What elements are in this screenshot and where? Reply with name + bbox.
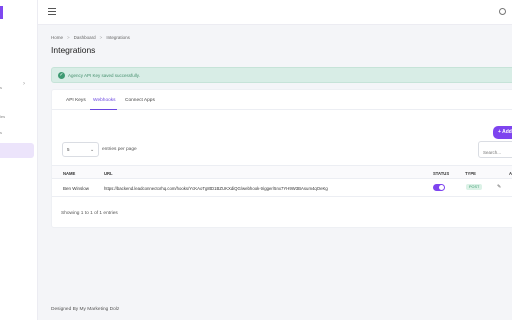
table-row[interactable]: Ben Winslow https://backend.leadconnecto… <box>52 179 512 197</box>
column-header-type[interactable]: TYPE <box>465 171 476 176</box>
sidebar-item-active[interactable] <box>0 143 34 158</box>
tab-bar: API Keys Webhooks Connect Apps <box>52 90 512 110</box>
tab-webhooks[interactable]: Webhooks <box>93 98 116 103</box>
user-icon[interactable] <box>499 8 506 15</box>
breadcrumb-dashboard[interactable]: Dashboard <box>74 35 96 40</box>
sidebar-logo[interactable] <box>0 6 3 19</box>
webhook-name: Ben Winslow <box>63 186 90 191</box>
alert-message: Agency API Key saved successfully. <box>68 73 140 78</box>
sidebar: s › les s <box>0 0 38 320</box>
check-circle-icon: ✓ <box>58 72 65 79</box>
webhook-url: https://backend.leadconnectorhq.com/hook… <box>104 186 328 191</box>
entries-per-page-label: entries per page <box>102 147 137 152</box>
search-input[interactable] <box>478 141 512 158</box>
chevron-down-icon: ⌄ <box>90 147 95 153</box>
topbar <box>38 0 512 25</box>
add-webhook-button[interactable]: + Add <box>493 126 512 139</box>
table-header: NAME URL STATUS TYPE A <box>52 165 512 179</box>
hamburger-icon[interactable] <box>48 8 56 15</box>
entries-select-value: 5 <box>67 147 70 152</box>
breadcrumb: Home > Dashboard > Integrations <box>51 35 130 40</box>
active-tab-indicator <box>90 109 117 110</box>
sidebar-item-label[interactable]: s <box>0 130 2 135</box>
status-toggle[interactable] <box>433 184 445 191</box>
breadcrumb-home[interactable]: Home <box>51 35 63 40</box>
page-title: Integrations <box>51 45 96 55</box>
success-alert: ✓ Agency API Key saved successfully. <box>51 67 512 83</box>
sidebar-item-label[interactable]: s <box>0 85 2 90</box>
breadcrumb-separator: > <box>99 35 103 40</box>
edit-icon[interactable]: ✎ <box>497 184 501 190</box>
sidebar-item-label[interactable]: les <box>0 114 5 119</box>
tab-api-keys[interactable]: API Keys <box>66 98 86 103</box>
type-badge: POST <box>466 184 483 190</box>
chevron-right-icon[interactable]: › <box>23 81 25 87</box>
breadcrumb-separator: > <box>67 35 70 40</box>
integrations-card: API Keys Webhooks Connect Apps + Add 5 ⌄… <box>51 89 512 228</box>
breadcrumb-current: Integrations <box>106 35 130 40</box>
column-header-status[interactable]: STATUS <box>433 171 449 176</box>
column-header-name[interactable]: NAME <box>63 171 75 176</box>
table-summary: Showing 1 to 1 of 1 entries <box>61 211 118 216</box>
entries-per-page-select[interactable]: 5 ⌄ <box>62 142 99 157</box>
tab-connect-apps[interactable]: Connect Apps <box>125 98 155 103</box>
column-header-url[interactable]: URL <box>104 171 113 176</box>
footer-text: Designed By My Marketing Dolz <box>51 307 120 312</box>
